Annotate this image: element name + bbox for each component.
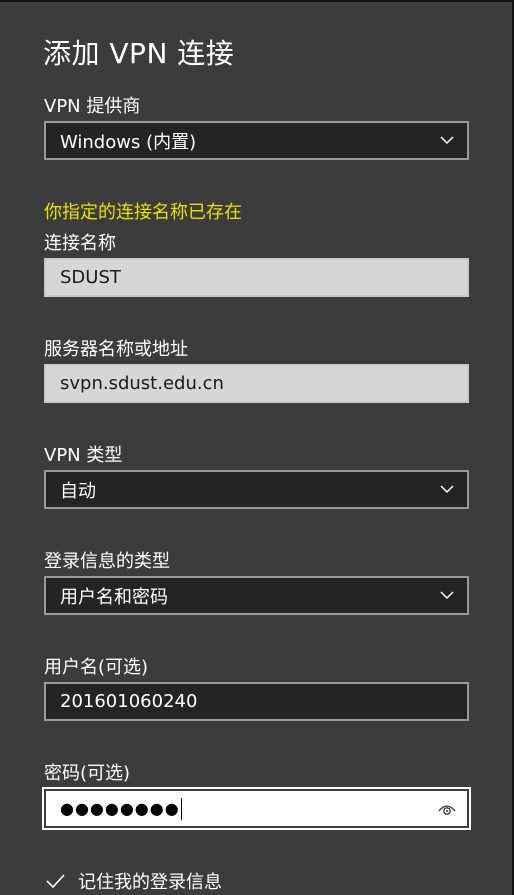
text-caret [180,797,182,820]
vpn-provider-label: VPN 提供商 [44,96,141,117]
eye-icon[interactable] [437,799,457,819]
page-title: 添加 VPN 连接 [43,37,235,70]
connection-name-label: 连接名称 [44,233,116,254]
vpn-type-label: VPN 类型 [44,445,123,466]
remember-signin-checkbox[interactable]: 记住我的登录信息 [44,868,222,894]
add-vpn-connection-panel: 添加 VPN 连接 VPN 提供商 Windows (内置) 你指定的连接名称已… [0,0,514,895]
connection-name-value: SDUST [60,267,121,288]
connection-name-field[interactable]: SDUST [44,258,469,297]
signin-type-value: 用户名和密码 [60,586,168,608]
username-label: 用户名(可选) [44,657,149,678]
password-masked-value: ●●●●●●●● [60,798,180,818]
password-label: 密码(可选) [44,763,131,784]
signin-type-label: 登录信息的类型 [44,551,170,572]
server-address-label: 服务器名称或地址 [44,339,188,360]
duplicate-name-warning: 你指定的连接名称已存在 [44,202,242,223]
remember-signin-label: 记住我的登录信息 [78,872,222,893]
username-value: 201601060240 [60,691,198,712]
server-address-value: svpn.sdust.edu.cn [60,373,224,394]
chevron-down-icon [440,136,454,145]
vpn-type-dropdown[interactable]: 自动 [44,470,469,509]
vpn-provider-value: Windows (内置) [60,131,197,153]
password-field[interactable]: ●●●●●●●● [42,787,471,830]
signin-type-dropdown[interactable]: 用户名和密码 [44,576,469,615]
server-address-field[interactable]: svpn.sdust.edu.cn [44,364,469,403]
username-field[interactable]: 201601060240 [44,682,469,721]
vpn-provider-dropdown[interactable]: Windows (内置) [44,121,469,160]
checkmark-icon [46,874,65,889]
vpn-type-value: 自动 [60,480,96,502]
chevron-down-icon [440,485,454,494]
chevron-down-icon [440,591,454,600]
